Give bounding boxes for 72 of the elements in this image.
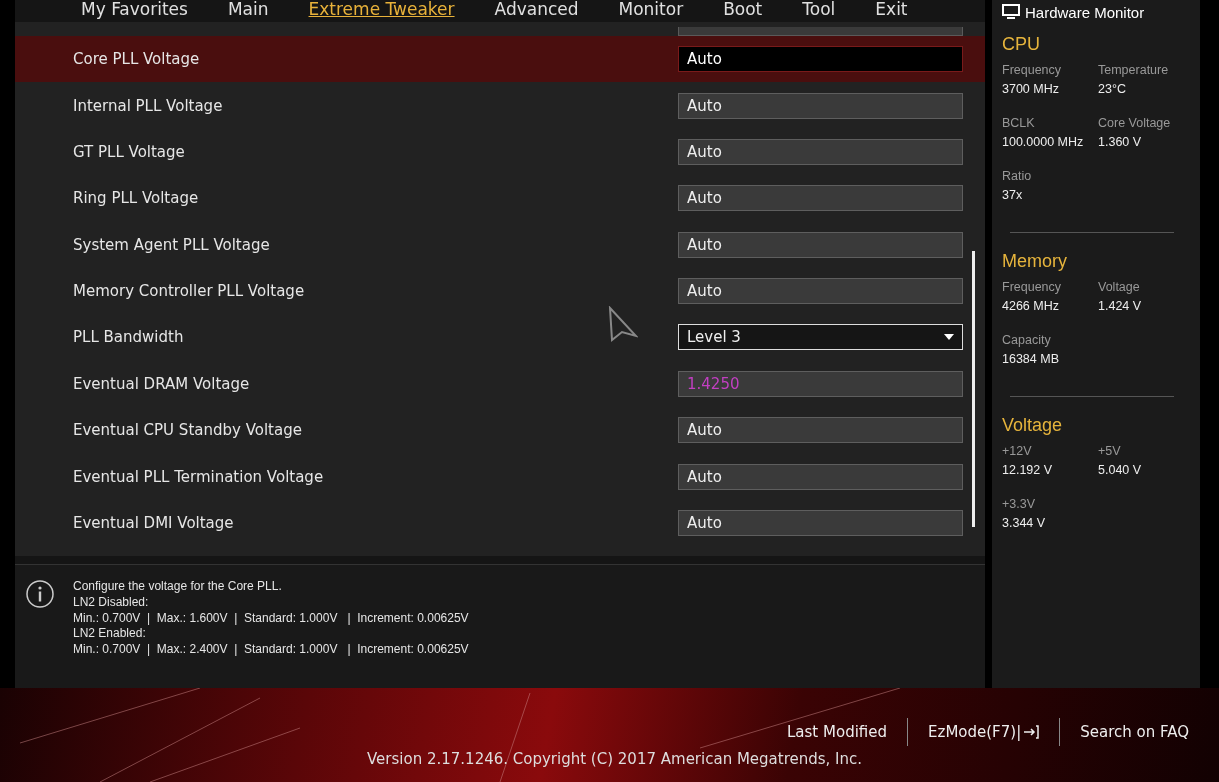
input-field[interactable]: Auto — [678, 510, 963, 537]
setting-label: Eventual DMI Voltage — [73, 514, 235, 533]
input-field[interactable] — [678, 26, 963, 36]
menu-tab[interactable]: Monitor — [618, 0, 684, 22]
footer-link[interactable]: Last Modified — [787, 723, 888, 741]
metric-value: 1.360 V — [1098, 135, 1143, 149]
selected-row-highlight[interactable]: Core PLL Voltage Auto — [15, 35, 985, 83]
input-field[interactable]: Auto — [678, 463, 963, 490]
footer-link[interactable]: Search on FAQ — [1080, 723, 1189, 741]
metric-value: 3700 MHz — [1002, 82, 1060, 96]
exit-arrow-icon — [1023, 724, 1040, 740]
metric-label: Frequency — [1002, 280, 1063, 294]
panel-title: Hardware Monitor — [1025, 3, 1145, 21]
monitor-icon — [1002, 4, 1020, 20]
metric-label: Frequency — [1002, 63, 1063, 77]
input-field[interactable]: Auto — [678, 231, 963, 258]
input-field[interactable]: Auto — [678, 138, 963, 165]
menu-tab[interactable]: Boot — [723, 0, 763, 22]
setting-label: Eventual DRAM Voltage — [73, 374, 251, 393]
menu-tab[interactable]: Exit — [875, 0, 908, 22]
input-field[interactable]: Auto — [678, 185, 963, 212]
metric-label: Voltage — [1098, 280, 1141, 294]
caret-icon — [944, 334, 954, 341]
help-text: LN2 Enabled: — [73, 626, 147, 642]
menu-tab[interactable]: Advanced — [494, 0, 579, 22]
info-icon — [25, 579, 55, 610]
menu-tab[interactable]: Tool — [802, 0, 836, 22]
version-text: Version 2.17.1246. Copyright (C) 2017 American Megatrends, Inc. — [367, 750, 863, 768]
cursor-icon — [608, 305, 638, 342]
menu-tab[interactable]: My Favorites — [81, 0, 188, 22]
setting-label: System Agent PLL Voltage — [73, 235, 271, 254]
help-text: LN2 Disabled: — [73, 594, 150, 611]
scrollbar[interactable] — [972, 250, 975, 527]
metric-value: 37x — [1002, 188, 1024, 202]
section-heading: CPU — [1002, 34, 1041, 55]
setting-label: Ring PLL Voltage — [73, 189, 200, 208]
input-field[interactable]: Auto — [678, 278, 963, 305]
metric-value: 3.344 V — [1002, 516, 1047, 530]
metric-label: Ratio — [1002, 169, 1033, 183]
metric-label: Core Voltage — [1098, 116, 1172, 130]
setting-label: Eventual CPU Standby Voltage — [73, 421, 303, 440]
metric-value: 4266 MHz — [1002, 299, 1060, 313]
metric-value: 1.424 V — [1098, 299, 1143, 313]
setting-label: Internal PLL Voltage — [73, 96, 224, 115]
section-heading: Voltage — [1002, 415, 1064, 436]
help-text: Min.: 0.700V | Max.: 2.400V | Standard: 1.000V | Increment: 0.00625V — [73, 641, 469, 658]
metric-label: Capacity — [1002, 333, 1052, 347]
input-field[interactable]: Auto — [678, 92, 963, 119]
metric-value: 16384 MB — [1002, 352, 1060, 366]
metric-value: 23°C — [1098, 82, 1127, 96]
setting-label: Core PLL Voltage — [73, 50, 201, 69]
input-field[interactable]: Auto — [678, 46, 963, 73]
help-text: Configure the voltage for the Core PLL. — [73, 579, 283, 595]
footer-link[interactable]: EzMode(F7)| — [928, 723, 1040, 741]
metric-label: BCLK — [1002, 116, 1036, 130]
input-field[interactable]: Auto — [678, 417, 963, 444]
menu-tab[interactable]: Main — [227, 0, 269, 22]
setting-label: Memory Controller PLL Voltage — [73, 282, 306, 301]
metric-value: 100.0000 MHz — [1002, 135, 1085, 149]
help-text: Min.: 0.700V | Max.: 1.600V | Standard: 1.000V | Increment: 0.00625V — [73, 610, 469, 627]
setting-label: GT PLL Voltage — [73, 142, 186, 161]
setting-label: PLL Bandwidth — [73, 328, 185, 347]
dropdown[interactable]: Level 3 — [678, 324, 963, 351]
metric-value: 5.040 V — [1098, 463, 1143, 477]
menu-tab[interactable]: Extreme Tweaker — [308, 0, 455, 22]
section-heading: Memory — [1002, 251, 1068, 272]
metric-label: Temperature — [1098, 63, 1170, 77]
metric-label: +12V — [1002, 444, 1033, 458]
metric-label: +5V — [1098, 444, 1122, 458]
metric-value: 12.192 V — [1002, 463, 1054, 477]
setting-label: Eventual PLL Termination Voltage — [73, 467, 325, 486]
metric-label: +3.3V — [1002, 497, 1036, 511]
